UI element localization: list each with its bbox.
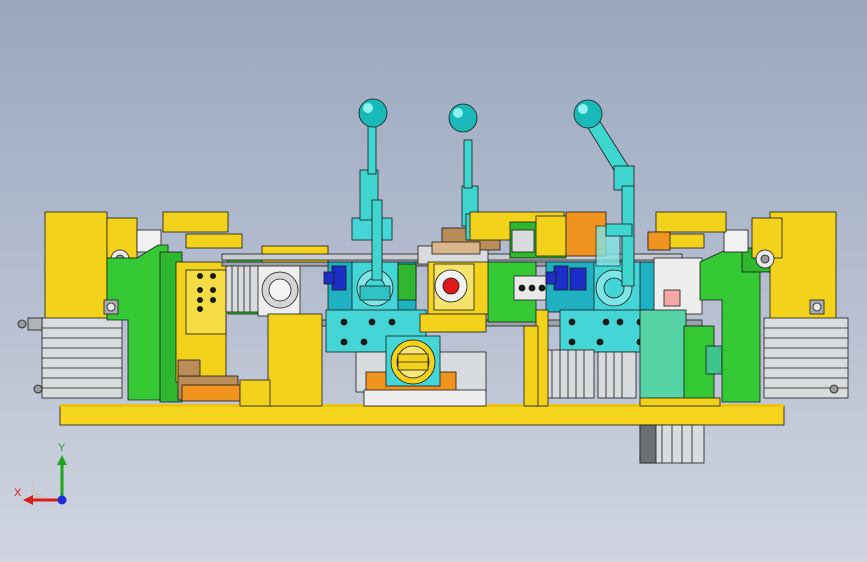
- base-plate: [59, 405, 785, 426]
- left-lever-ball: [358, 98, 388, 128]
- mid-yellow-spacer: [639, 397, 721, 407]
- fixture-assembly-drawing: [17, 98, 849, 505]
- left-brown-pad: [177, 359, 201, 377]
- cad-viewport[interactable]: X Y: [0, 0, 867, 562]
- y-axis-label: Y: [58, 442, 66, 454]
- right-air-cylinder: [763, 317, 849, 399]
- z-axis: [57, 495, 67, 505]
- bottom-cylinder: [639, 424, 705, 464]
- left-air-cylinder: [17, 317, 123, 399]
- axis-triad: [23, 455, 67, 505]
- center-lever-ball: [448, 103, 478, 133]
- left-rail-and-cylinder: [225, 245, 329, 407]
- right-lever-ball: [573, 99, 603, 129]
- left-lever-unit: [323, 98, 427, 353]
- x-axis-label: X: [14, 487, 22, 499]
